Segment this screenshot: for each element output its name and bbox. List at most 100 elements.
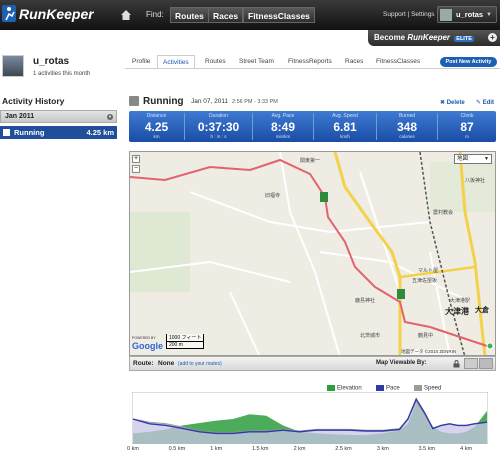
- running-icon: [3, 129, 10, 136]
- map-label: 旧福寺: [265, 192, 280, 199]
- become-brand: RunKeeper: [407, 33, 451, 42]
- route-value: None: [158, 360, 175, 367]
- x-tick-label: 3.5 km: [418, 446, 436, 452]
- map-expand-button[interactable]: [479, 358, 493, 369]
- elevation-swatch: [327, 385, 335, 391]
- legend-label: Speed: [424, 385, 442, 392]
- map-label: 大津港: [445, 306, 470, 316]
- stat-distance: Distance 4.25 km: [129, 111, 184, 142]
- tab-activities[interactable]: Activities: [157, 55, 195, 69]
- elite-badge: ELITE: [454, 36, 474, 42]
- stat-value: 4.25: [144, 120, 169, 134]
- scale-m: 200 m: [166, 342, 205, 349]
- legend-pace[interactable]: Pace: [376, 385, 400, 392]
- stat-burned: Burned 348 calories: [377, 111, 437, 142]
- profile-username[interactable]: u_rotas: [33, 56, 69, 67]
- activity-history-title: Activity History: [2, 96, 65, 106]
- map-label: マルト屋: [418, 268, 438, 274]
- tabs-divider: [125, 68, 500, 69]
- route-map[interactable]: 関東第一 八坂神社 五津佐屋坂 農村教会 鶴見中 大津港 旧福寺 北茨城市 鹿島…: [129, 151, 496, 356]
- tab-street-team[interactable]: Street Team: [239, 58, 274, 65]
- map-viewable-label: Map Viewable By:: [376, 360, 427, 366]
- legend-speed[interactable]: Speed: [414, 385, 441, 392]
- running-icon: [129, 96, 139, 106]
- month-label: Jan 2011: [5, 113, 35, 120]
- delete-label: Delete: [446, 100, 465, 106]
- start-marker-icon: [320, 192, 328, 202]
- support-settings-links[interactable]: Support | Settings: [383, 11, 435, 18]
- history-item-running[interactable]: Running 4.25 km: [0, 126, 117, 139]
- pace-swatch: [376, 385, 384, 391]
- stat-value: 348: [396, 120, 418, 134]
- svg-text:RunKeeper: RunKeeper: [19, 6, 94, 22]
- activity-title: Running: [143, 96, 184, 107]
- stat-label: Climb: [460, 113, 474, 119]
- nav-races[interactable]: Races: [208, 7, 244, 23]
- tab-races[interactable]: Races: [345, 58, 363, 65]
- stat-climb: Climb 87 m: [438, 111, 496, 142]
- activity-date: Jan 07, 2011: [191, 98, 229, 105]
- zoom-in-button[interactable]: +: [132, 155, 140, 163]
- become-elite-banner[interactable]: Become RunKeeper ELITE +: [368, 30, 500, 46]
- stat-duration: Duration 0:37:30 h : m : s: [185, 111, 252, 142]
- home-icon[interactable]: [120, 9, 132, 21]
- stat-value: 8:49: [270, 120, 296, 134]
- stat-label: Avg. Pace: [271, 113, 295, 119]
- speed-swatch: [414, 385, 422, 391]
- user-menu[interactable]: u_rotas ▼: [437, 6, 497, 23]
- stat-label: Avg. Speed: [332, 113, 358, 119]
- add-to-routes-link[interactable]: (add to your routes): [178, 361, 222, 367]
- stat-unit: km: [153, 134, 160, 139]
- tab-profile[interactable]: Profile: [132, 58, 150, 65]
- zoom-out-button[interactable]: −: [132, 165, 140, 173]
- x-tick-label: 1.5 km: [251, 446, 269, 452]
- map-label: 農村教会: [433, 209, 453, 216]
- history-item-distance: 4.25 km: [86, 128, 114, 137]
- scale-ft: 1000 フィート: [166, 334, 205, 342]
- elevation-pace-chart[interactable]: [132, 392, 488, 444]
- tab-fitness-classes[interactable]: FitnessClasses: [376, 58, 420, 65]
- x-tick-label: 1 km: [210, 446, 223, 452]
- chevron-down-icon: ▼: [486, 12, 492, 18]
- google-logo[interactable]: Google: [132, 341, 163, 351]
- map-type-select[interactable]: 地図 ▼: [454, 154, 492, 164]
- stat-unit: km/h: [340, 134, 350, 139]
- history-item-label: Running: [14, 128, 45, 137]
- delete-link[interactable]: ✖ Delete: [440, 99, 465, 106]
- nav-fitness-classes[interactable]: FitnessClasses: [243, 7, 315, 23]
- x-tick-label: 0 km: [127, 446, 139, 452]
- x-tick-label: 3 km: [376, 446, 389, 452]
- edit-label: Edit: [482, 100, 495, 106]
- tab-fitness-reports[interactable]: FitnessReports: [288, 58, 332, 65]
- km-marker-icon: [397, 289, 405, 299]
- profile-avatar[interactable]: [2, 55, 24, 77]
- plus-icon: +: [488, 33, 497, 42]
- stat-value: 0:37:30: [197, 120, 240, 134]
- map-view-toggle-button[interactable]: [464, 358, 478, 369]
- map-label: 鹿島神社: [355, 297, 375, 304]
- stat-unit: calories: [399, 134, 415, 139]
- stat-unit: m: [465, 134, 469, 139]
- user-menu-name: u_rotas: [456, 10, 484, 19]
- stat-value: 6.81: [333, 120, 357, 134]
- stat-value: 87: [460, 120, 474, 134]
- legend-label: Elevation: [337, 385, 362, 392]
- x-tick-label: 2 km: [293, 446, 306, 452]
- post-new-activity-button[interactable]: Post New Activity: [440, 57, 497, 67]
- activity-time-range: 2:56 PM - 3:33 PM: [232, 99, 278, 105]
- map-type-value: 地図: [457, 156, 469, 162]
- month-selector[interactable]: Jan 2011 ▼: [0, 110, 117, 123]
- legend-elevation[interactable]: Elevation: [327, 385, 362, 392]
- tab-routes[interactable]: Routes: [205, 58, 226, 65]
- stat-unit: min/km: [275, 134, 291, 139]
- map-label: 鶴見中: [418, 332, 433, 339]
- nav-routes[interactable]: Routes: [170, 7, 209, 23]
- runkeeper-logo[interactable]: RunKeeper: [2, 3, 94, 25]
- stat-avg-pace: Avg. Pace 8:49 min/km: [253, 111, 313, 142]
- map-canvas: 関東第一 八坂神社 五津佐屋坂 農村教会 鶴見中 大津港 旧福寺 北茨城市 鹿島…: [130, 152, 495, 355]
- map-label: 関東第一: [300, 157, 320, 164]
- edit-link[interactable]: ✎ Edit: [476, 99, 494, 106]
- lock-icon[interactable]: [453, 360, 460, 368]
- top-navigation-bar: RunKeeper Find: Routes Races FitnessClas…: [0, 0, 500, 30]
- become-prefix: Become: [374, 33, 406, 42]
